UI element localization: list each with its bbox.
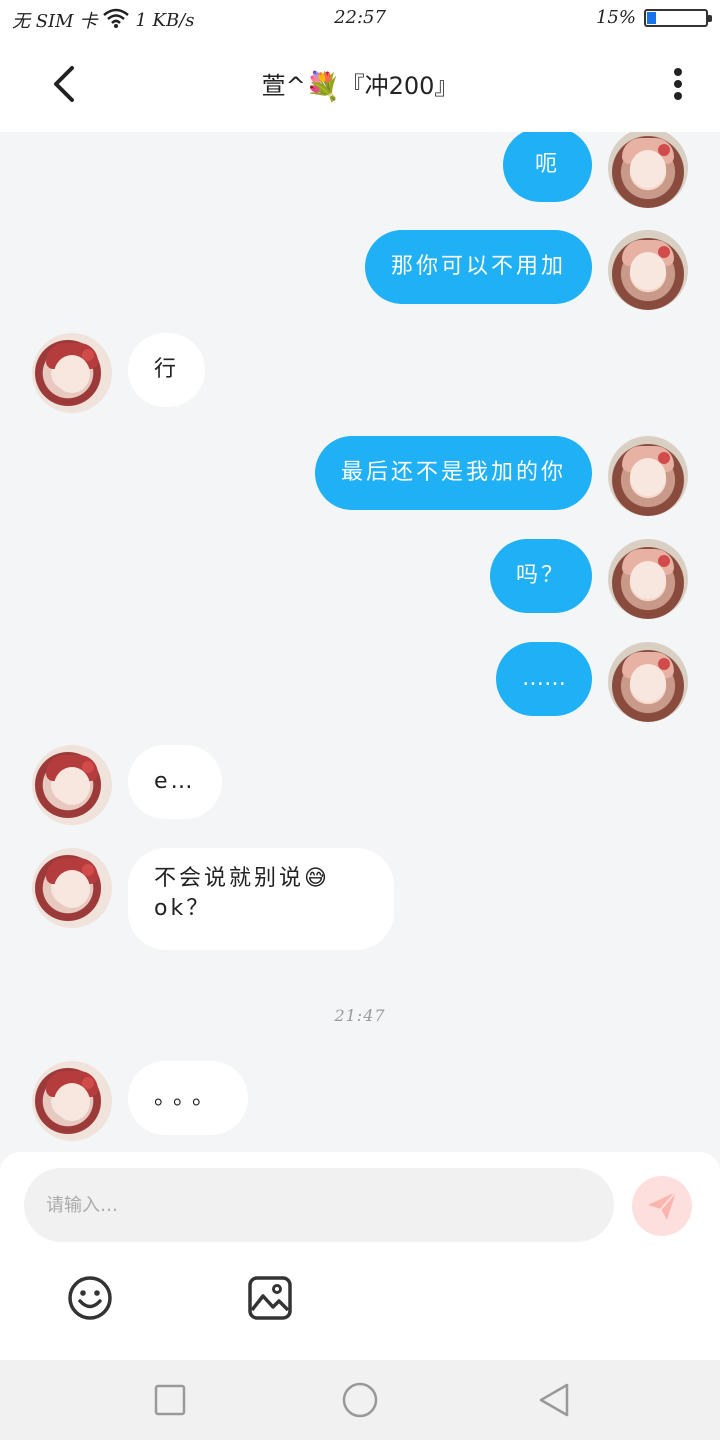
message-bubble-sent[interactable]: 最后还不是我加的你: [314, 436, 592, 510]
battery-icon: [644, 8, 712, 27]
contact-avatar[interactable]: [32, 1061, 112, 1141]
avatar-accessory: [658, 452, 670, 464]
message-timestamp: 21:47: [334, 1006, 386, 1025]
emoji-button[interactable]: [66, 1274, 114, 1322]
message-list[interactable]: 呃 那你可以不用加 行 最后还不是我加的你 吗？ …… e… 不会说就别说😅 o…: [0, 132, 720, 1152]
message-input[interactable]: [24, 1168, 614, 1242]
avatar-accessory: [658, 144, 670, 156]
smiley-icon: [68, 1276, 112, 1320]
composer: [0, 1152, 720, 1360]
battery-percent: 15%: [595, 7, 636, 28]
contact-avatar[interactable]: [32, 848, 112, 928]
my-avatar[interactable]: [608, 436, 688, 516]
message-bubble-received[interactable]: e…: [128, 745, 222, 819]
message-bubble-received[interactable]: 行: [128, 333, 206, 407]
avatar-face: [630, 252, 666, 290]
avatar-face: [54, 1083, 90, 1121]
paper-plane-icon: [648, 1191, 677, 1220]
more-dot: [674, 92, 682, 100]
avatar-face: [630, 150, 666, 188]
avatar-accessory: [82, 1077, 94, 1089]
avatar-accessory: [82, 761, 94, 773]
avatar-accessory: [82, 864, 94, 876]
my-avatar[interactable]: [608, 642, 688, 722]
message-bubble-received[interactable]: 不会说就别说😅 ok？: [128, 848, 394, 950]
message-bubble-sent[interactable]: 那你可以不用加: [364, 230, 592, 304]
avatar-face: [54, 870, 90, 908]
avatar-face: [54, 355, 90, 393]
message-bubble-received[interactable]: 。。。: [128, 1061, 249, 1135]
system-nav-bar: [0, 1360, 720, 1440]
avatar-accessory: [658, 246, 670, 258]
message-bubble-sent[interactable]: ……: [496, 642, 592, 716]
title-prefix: 萱^: [261, 72, 306, 100]
triangle-back-icon: [539, 1383, 569, 1417]
chat-header: 萱^💐『冲200』: [0, 36, 720, 132]
avatar-face: [630, 561, 666, 599]
my-avatar[interactable]: [608, 132, 688, 208]
contact-avatar[interactable]: [32, 745, 112, 825]
send-button[interactable]: [632, 1176, 692, 1236]
battery-fill: [647, 11, 656, 24]
avatar-accessory: [658, 658, 670, 670]
my-avatar[interactable]: [608, 539, 688, 619]
circle-icon: [342, 1382, 378, 1418]
avatar-face: [630, 664, 666, 702]
image-button[interactable]: [246, 1274, 294, 1322]
my-avatar[interactable]: [608, 230, 688, 310]
home-button[interactable]: [340, 1380, 380, 1420]
more-options-button[interactable]: [662, 64, 694, 104]
square-icon: [154, 1384, 186, 1416]
more-vertical-icon: [674, 68, 682, 76]
status-right: 15%: [595, 7, 712, 28]
recents-button[interactable]: [150, 1380, 190, 1420]
message-bubble-sent[interactable]: 呃: [502, 132, 592, 202]
status-bar: 无 SIM 卡 1 KB/s 22:57 15%: [0, 0, 720, 36]
back-nav-button[interactable]: [534, 1380, 574, 1420]
flower-emoji: 💐: [305, 70, 341, 103]
chat-title: 萱^💐『冲200』: [0, 66, 720, 101]
avatar-face: [54, 767, 90, 805]
avatar-face: [630, 458, 666, 496]
contact-avatar[interactable]: [32, 333, 112, 413]
image-icon: [248, 1276, 292, 1320]
more-dot: [674, 80, 682, 88]
title-suffix: 『冲200』: [340, 72, 459, 100]
message-bubble-sent[interactable]: 吗？: [489, 539, 592, 613]
avatar-accessory: [658, 555, 670, 567]
avatar-accessory: [82, 349, 94, 361]
